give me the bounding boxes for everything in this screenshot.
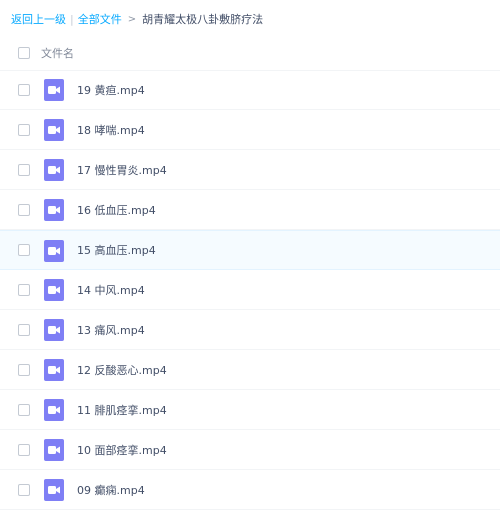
file-checkbox[interactable] (18, 83, 30, 96)
file-name[interactable]: 13 痛风.mp4 (77, 322, 145, 338)
file-name[interactable]: 18 哮喘.mp4 (77, 122, 145, 138)
video-file-icon (44, 119, 64, 141)
file-checkbox[interactable] (18, 403, 30, 416)
file-row[interactable]: 18 哮喘.mp4 (0, 110, 500, 150)
video-file-icon (44, 199, 64, 221)
file-checkbox[interactable] (18, 483, 30, 496)
file-name[interactable]: 10 面部痉挛.mp4 (77, 442, 167, 458)
file-row[interactable]: 15 高血压.mp4 (0, 230, 500, 270)
video-file-icon (44, 439, 64, 461)
file-name[interactable]: 15 高血压.mp4 (77, 242, 156, 258)
file-checkbox[interactable] (18, 244, 30, 256)
file-name[interactable]: 09 癫痫.mp4 (77, 482, 145, 498)
current-folder: 胡青耀太极八卦敷脐疗法 (142, 13, 264, 26)
video-file-icon (44, 399, 64, 421)
all-files-link[interactable]: 全部文件 (78, 11, 122, 27)
file-checkbox[interactable] (18, 363, 30, 376)
video-file-icon (44, 79, 64, 101)
breadcrumb-separator: | (70, 12, 74, 26)
file-row[interactable]: 17 慢性胃炎.mp4 (0, 150, 500, 190)
file-row[interactable]: 13 痛风.mp4 (0, 310, 500, 350)
file-row[interactable]: 11 腓肌痉挛.mp4 (0, 390, 500, 430)
file-row[interactable]: 16 低血压.mp4 (0, 190, 500, 230)
video-file-icon (44, 359, 64, 381)
video-file-icon (44, 319, 64, 341)
file-name[interactable]: 17 慢性胃炎.mp4 (77, 162, 167, 178)
file-name[interactable]: 16 低血压.mp4 (77, 202, 156, 218)
file-checkbox[interactable] (18, 163, 30, 176)
file-checkbox[interactable] (18, 203, 30, 216)
file-row[interactable]: 14 中风.mp4 (0, 270, 500, 310)
file-name[interactable]: 11 腓肌痉挛.mp4 (77, 402, 167, 418)
file-checkbox[interactable] (18, 123, 30, 136)
select-all-checkbox[interactable] (18, 47, 30, 59)
filename-column-header[interactable]: 文件名 (41, 45, 74, 61)
file-checkbox[interactable] (18, 443, 30, 456)
file-checkbox[interactable] (18, 323, 30, 336)
file-row[interactable]: 12 反酸恶心.mp4 (0, 350, 500, 390)
video-file-icon (44, 159, 64, 181)
file-name[interactable]: 12 反酸恶心.mp4 (77, 362, 167, 378)
back-link[interactable]: 返回上一级 (11, 11, 66, 27)
video-file-icon (44, 240, 64, 262)
file-list-header: 文件名 (0, 36, 500, 71)
video-file-icon (44, 279, 64, 301)
file-name[interactable]: 19 黄疸.mp4 (77, 82, 145, 98)
file-name[interactable]: 14 中风.mp4 (77, 282, 145, 298)
file-checkbox[interactable] (18, 283, 30, 296)
file-row[interactable]: 09 癫痫.mp4 (0, 470, 500, 510)
breadcrumb: 返回上一级 | 全部文件 > 胡青耀太极八卦敷脐疗法 (11, 10, 263, 28)
chevron-right-icon: > (127, 13, 137, 25)
file-row[interactable]: 10 面部痉挛.mp4 (0, 430, 500, 470)
video-file-icon (44, 479, 64, 501)
file-list: 19 黄疸.mp4 18 哮喘.mp4 17 慢性胃炎.mp4 16 低血压.mp4 1… (0, 70, 500, 510)
file-row[interactable]: 19 黄疸.mp4 (0, 70, 500, 110)
